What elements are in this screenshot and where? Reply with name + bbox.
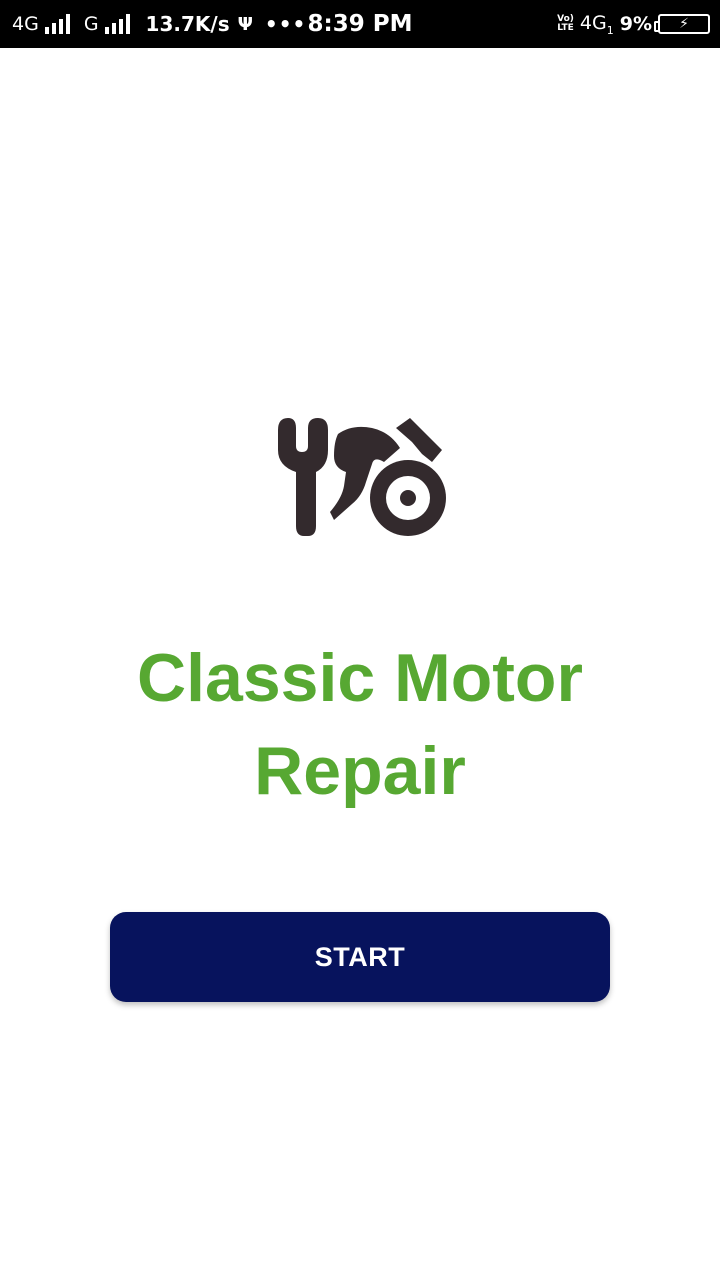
start-button[interactable]: START <box>110 912 610 1002</box>
network-type-1: 4G <box>12 13 39 35</box>
app-title-line-2: Repair <box>254 733 466 809</box>
app-title: Classic Motor Repair <box>60 632 660 818</box>
status-bar-left: 4G G 13.7K/s Ψ ••• <box>12 0 306 48</box>
volte-icon: Vo) LTE <box>557 14 574 33</box>
more-notifications-icon: ••• <box>264 12 307 36</box>
signal-strength-icon-2 <box>104 14 130 34</box>
network-speed: 13.7K/s <box>145 12 230 36</box>
usb-icon: Ψ <box>237 13 253 35</box>
status-bar-right: Vo) LTE 4G1 9% ⚡ <box>557 0 710 48</box>
network-type-2: G <box>83 13 99 35</box>
battery-percent: 9% <box>619 13 652 35</box>
motorcycle-wrench-icon <box>278 418 446 536</box>
battery-charging-icon: ⚡ <box>654 14 710 34</box>
app-title-line-1: Classic Motor <box>137 640 583 716</box>
clock: 8:39 PM <box>307 11 413 37</box>
status-bar: 4G G 13.7K/s Ψ ••• 8:39 PM Vo) LTE 4G1 9… <box>0 0 720 48</box>
network-type-3: 4G1 <box>579 11 614 37</box>
signal-strength-icon <box>44 14 70 34</box>
